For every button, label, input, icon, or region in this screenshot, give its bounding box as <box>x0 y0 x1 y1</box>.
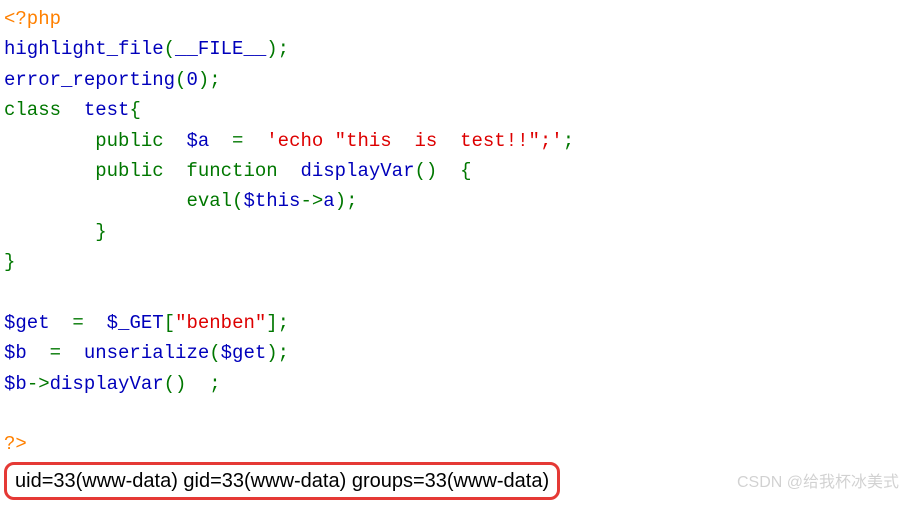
fn-unserialize: unserialize <box>84 342 209 364</box>
string-literal: 'echo "this is test!!";' <box>266 130 562 152</box>
brace: } <box>4 251 15 273</box>
bracket: ]; <box>266 312 289 334</box>
semi: ; <box>563 130 574 152</box>
php-source-code: <?php highlight_file(__FILE__); error_re… <box>4 4 905 460</box>
method-name: displayVar <box>300 160 414 182</box>
this: $this <box>243 190 300 212</box>
arrow: -> <box>300 190 323 212</box>
paren: ( <box>164 38 175 60</box>
paren: () ; <box>164 373 221 395</box>
prop-a: a <box>323 190 334 212</box>
var-b: $b <box>4 342 50 364</box>
paren: ( <box>175 69 186 91</box>
indent <box>4 130 95 152</box>
paren: ); <box>198 69 221 91</box>
call-displayvar: displayVar <box>50 373 164 395</box>
php-close-tag: ?> <box>4 433 27 455</box>
op-eq: = <box>232 130 266 152</box>
brace: } <box>95 221 106 243</box>
watermark: CSDN @给我杯冰美式 <box>737 470 899 496</box>
bracket: [ <box>164 312 175 334</box>
indent <box>4 160 95 182</box>
fn-error-reporting: error_reporting <box>4 69 175 91</box>
op-eq: = <box>50 342 84 364</box>
var-a: $a <box>186 130 232 152</box>
num-zero: 0 <box>186 69 197 91</box>
command-output-highlight: uid=33(www-data) gid=33(www-data) groups… <box>4 462 560 500</box>
paren: ); <box>266 38 289 60</box>
op-eq: = <box>72 312 106 334</box>
indent <box>4 221 95 243</box>
kw-class: class <box>4 99 84 121</box>
arg-get: $get <box>221 342 267 364</box>
paren: ( <box>209 342 220 364</box>
kw-public: public <box>95 130 186 152</box>
global-get: $_GET <box>107 312 164 334</box>
php-open-tag: <?php <box>4 8 61 30</box>
var-b: $b <box>4 373 27 395</box>
arrow: -> <box>27 373 50 395</box>
class-name: test <box>84 99 130 121</box>
paren: () { <box>414 160 471 182</box>
fn-eval: eval( <box>186 190 243 212</box>
paren: ); <box>266 342 289 364</box>
brace: { <box>129 99 140 121</box>
kw-public-function: public function <box>95 160 300 182</box>
indent <box>4 190 186 212</box>
var-get: $get <box>4 312 72 334</box>
fn-highlight: highlight_file <box>4 38 164 60</box>
const-file: __FILE__ <box>175 38 266 60</box>
string-key: "benben" <box>175 312 266 334</box>
paren: ); <box>335 190 358 212</box>
